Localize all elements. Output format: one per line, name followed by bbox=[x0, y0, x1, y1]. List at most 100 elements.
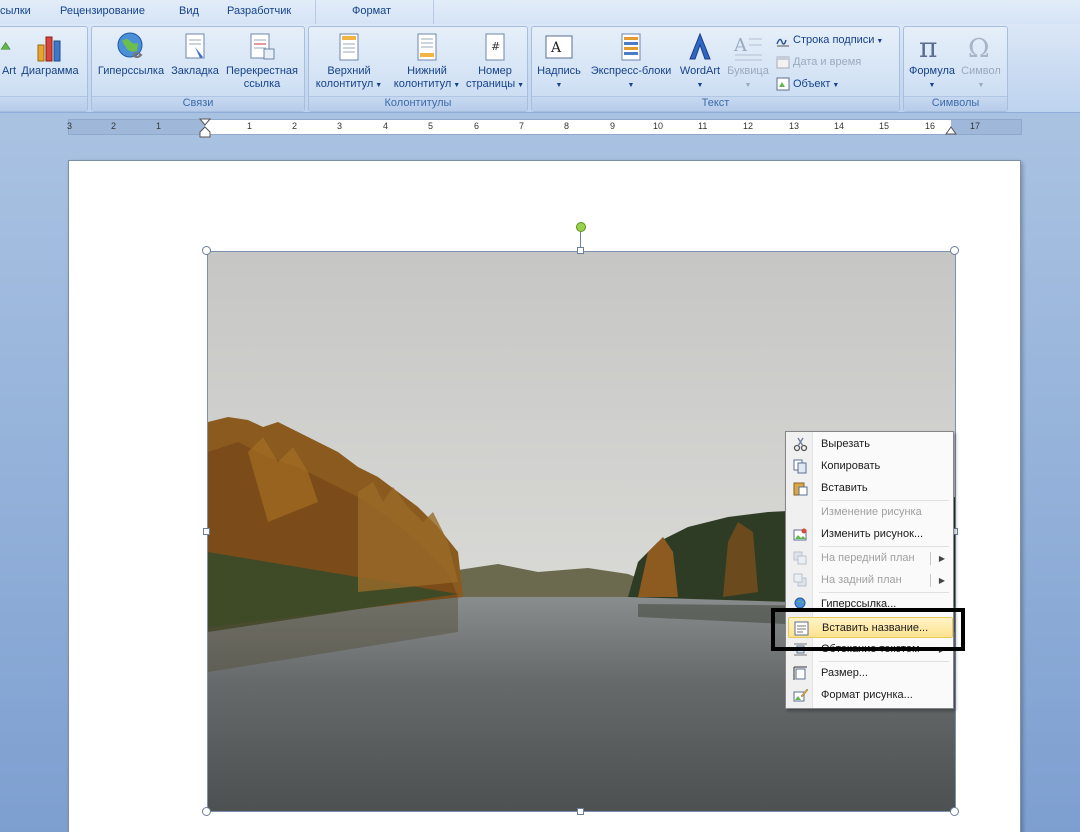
group-text: A Надпись ▼ Экспресс-блоки ▼ WordArt ▼ A… bbox=[531, 26, 900, 112]
context-menu: Вырезать Копировать Вставить Изменение р… bbox=[785, 431, 954, 709]
quickparts-button[interactable]: Экспресс-блоки ▼ bbox=[586, 31, 676, 92]
tab-view[interactable]: Вид bbox=[179, 5, 199, 17]
size-icon bbox=[793, 666, 807, 680]
horizontal-ruler[interactable]: 3 2 1 1 2 3 4 5 6 7 8 9 10 11 12 13 14 1… bbox=[67, 118, 1022, 138]
tab-separator bbox=[433, 0, 434, 24]
crossref-button[interactable]: Перекрестная ссылка bbox=[222, 31, 302, 91]
header-label-1: Верхний bbox=[327, 65, 371, 77]
menu-item-bring-forward: На передний план ▶ bbox=[788, 548, 953, 569]
menu-item-format-picture[interactable]: Формат рисунка... bbox=[788, 685, 953, 706]
svg-text:π: π bbox=[919, 31, 937, 63]
menu-item-label: Вырезать bbox=[821, 438, 870, 450]
crossref-label-2: ссылка bbox=[243, 78, 281, 90]
bookmark-icon bbox=[185, 33, 205, 59]
hyperlink-button[interactable]: Гиперссылка bbox=[96, 31, 166, 78]
smartart-button[interactable]: Art bbox=[0, 31, 21, 78]
chart-button[interactable]: Диаграмма bbox=[19, 31, 81, 78]
ruler-number: 15 bbox=[879, 121, 890, 131]
menu-item-picture-edit: Изменение рисунка bbox=[788, 502, 953, 523]
send-backward-icon bbox=[793, 573, 807, 587]
ruler-number: 3 bbox=[337, 121, 343, 131]
resize-handle-left[interactable] bbox=[203, 528, 210, 535]
resize-handle-bottom-right[interactable] bbox=[950, 807, 959, 816]
bring-forward-icon bbox=[793, 551, 807, 565]
menu-item-cut[interactable]: Вырезать bbox=[788, 434, 953, 455]
resize-handle-top-right[interactable] bbox=[950, 246, 959, 255]
dropdown-arrow-icon: ▼ bbox=[451, 82, 461, 89]
ruler-number: 4 bbox=[383, 121, 389, 131]
group-label-links: Связи bbox=[92, 96, 304, 111]
menu-item-label: На передний план bbox=[821, 552, 915, 564]
menu-item-label: Формат рисунка... bbox=[821, 689, 913, 701]
textbox-button[interactable]: A Надпись ▼ bbox=[534, 31, 584, 92]
tab-links[interactable]: сылки bbox=[0, 5, 31, 17]
date-time-button[interactable]: Дата и время bbox=[776, 53, 861, 71]
dropdown-arrow-icon: ▼ bbox=[874, 38, 884, 45]
ruler-number: 1 bbox=[156, 121, 162, 131]
copy-icon bbox=[793, 459, 807, 474]
smartart-icon bbox=[0, 41, 11, 50]
submenu-separator bbox=[930, 574, 931, 587]
menu-item-change-picture[interactable]: Изменить рисунок... bbox=[788, 524, 953, 545]
group-label-text: Текст bbox=[532, 96, 899, 111]
group-label-illustrations bbox=[0, 96, 87, 111]
signature-label: Строка подписи bbox=[793, 34, 875, 46]
page-number-button[interactable]: # Номер страницы ▼ bbox=[463, 31, 527, 92]
resize-handle-top-left[interactable] bbox=[202, 246, 211, 255]
page-number-label-2: страницы bbox=[465, 78, 516, 90]
first-line-indent-marker[interactable] bbox=[199, 118, 211, 138]
rotate-handle[interactable] bbox=[576, 222, 586, 232]
ruler-number: 5 bbox=[428, 121, 434, 131]
object-icon bbox=[776, 77, 790, 91]
menu-item-size[interactable]: Размер... bbox=[788, 663, 953, 684]
resize-handle-top[interactable] bbox=[577, 247, 584, 254]
dropcap-label: Буквица bbox=[727, 65, 769, 77]
dropdown-arrow-icon: ▼ bbox=[515, 82, 525, 89]
menu-separator bbox=[819, 500, 949, 501]
ruler-number: 1 bbox=[247, 121, 253, 131]
equation-button[interactable]: π Формула ▼ bbox=[906, 31, 958, 92]
header-button[interactable]: Верхний колонтитул ▼ bbox=[311, 31, 387, 92]
wordart-button[interactable]: WordArt ▼ bbox=[674, 31, 726, 92]
submenu-arrow-icon: ▶ bbox=[938, 576, 945, 585]
menu-item-send-backward: На задний план ▶ bbox=[788, 570, 953, 591]
date-time-label: Дата и время bbox=[793, 56, 862, 68]
svg-text:A: A bbox=[550, 40, 562, 56]
signature-line-button[interactable]: Строка подписи ▼ bbox=[776, 31, 883, 49]
dropcap-button[interactable]: A Буквица ▼ bbox=[726, 31, 770, 92]
submenu-separator bbox=[930, 552, 931, 565]
menu-item-copy[interactable]: Копировать bbox=[788, 456, 953, 477]
footer-button[interactable]: Нижний колонтитул ▼ bbox=[389, 31, 465, 92]
header-icon bbox=[339, 33, 359, 61]
format-picture-icon bbox=[793, 688, 808, 702]
bookmark-button[interactable]: Закладка bbox=[168, 31, 222, 78]
menu-item-paste[interactable]: Вставить bbox=[788, 478, 953, 499]
tab-format[interactable]: Формат bbox=[352, 5, 391, 17]
ribbon: Art Диаграмма Гиперссылка Закладка Перек… bbox=[0, 24, 1080, 113]
group-label-symbols: Символы bbox=[904, 96, 1007, 111]
resize-handle-bottom[interactable] bbox=[577, 808, 584, 815]
group-header-footer: Верхний колонтитул ▼ Нижний колонтитул ▼… bbox=[308, 26, 528, 112]
right-indent-marker[interactable] bbox=[945, 123, 957, 135]
symbol-button[interactable]: Ω Символ ▼ bbox=[956, 31, 1006, 92]
equation-label: Формула bbox=[908, 65, 956, 77]
header-label-2: колонтитул bbox=[315, 78, 374, 90]
ruler-number: 2 bbox=[111, 121, 117, 131]
omega-icon: Ω bbox=[968, 34, 990, 63]
tab-review[interactable]: Рецензирование bbox=[60, 5, 145, 17]
ruler-number: 10 bbox=[653, 121, 664, 131]
footer-icon bbox=[417, 33, 437, 61]
ruler-right-margin bbox=[951, 120, 1021, 134]
tab-developer[interactable]: Разработчик bbox=[227, 5, 291, 17]
footer-label-2: колонтитул bbox=[393, 78, 452, 90]
object-button[interactable]: Объект ▼ bbox=[776, 75, 839, 93]
group-symbols: π Формула ▼ Ω Символ ▼ Символы bbox=[903, 26, 1008, 112]
ruler-number: 12 bbox=[743, 121, 754, 131]
menu-separator bbox=[819, 546, 949, 547]
bookmark-label: Закладка bbox=[171, 65, 219, 77]
chart-label: Диаграмма bbox=[21, 65, 79, 77]
resize-handle-bottom-left[interactable] bbox=[202, 807, 211, 816]
chart-icon bbox=[37, 36, 61, 62]
svg-text:A: A bbox=[733, 35, 748, 56]
dropcap-icon: A bbox=[733, 35, 762, 61]
